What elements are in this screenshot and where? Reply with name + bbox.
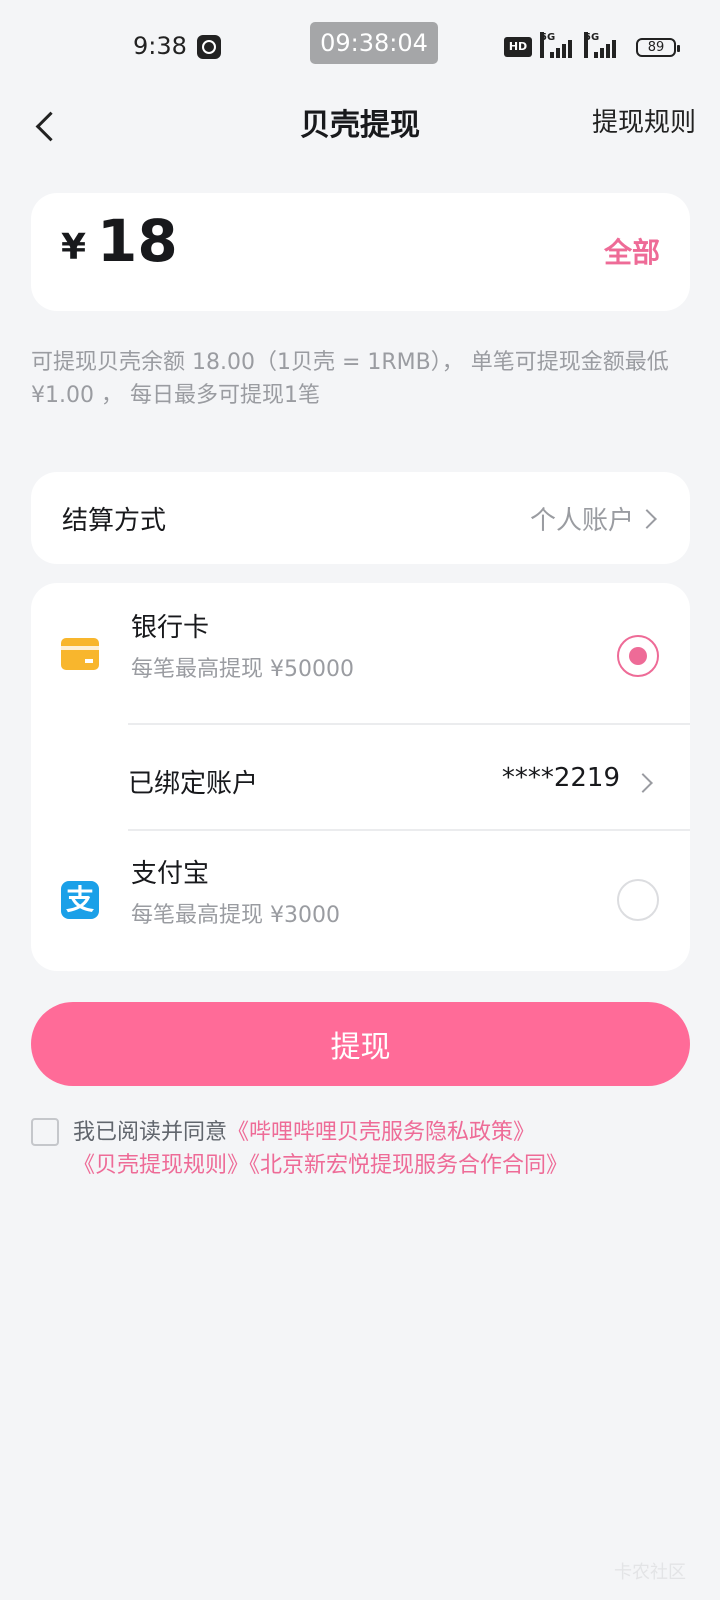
chevron-right-icon	[633, 773, 653, 793]
agreement-checkbox[interactable]	[31, 1118, 59, 1146]
battery-icon: 89	[636, 38, 680, 57]
divider	[128, 829, 690, 831]
currency-symbol: ¥	[61, 227, 87, 268]
balance-hint: 可提现贝壳余额 18.00（1贝壳 = 1RMB）， 单笔可提现金额最低 ¥1.…	[31, 346, 691, 412]
amount-input[interactable]: 18	[97, 207, 178, 275]
method-title: 银行卡	[131, 613, 210, 643]
amount-card: ¥ 18 全部	[31, 193, 690, 311]
service-contract-link[interactable]: 《北京新宏悦提现服务合作合同》	[249, 1153, 568, 1178]
bound-account-label: 已绑定账户	[128, 769, 259, 799]
clock-icon	[197, 35, 221, 59]
withdraw-rules-doc-link[interactable]: 《贝壳提现规则》	[73, 1153, 249, 1178]
watermark: 卡农社区	[614, 1562, 686, 1583]
privacy-policy-link[interactable]: 《哔哩哔哩贝壳服务隐私政策》	[227, 1120, 535, 1145]
method-title: 支付宝	[131, 859, 210, 889]
withdraw-rules-link[interactable]: 提现规则	[592, 102, 696, 139]
hint-line: 可提现贝壳余额 18.00（1贝壳 = 1RMB）， 单笔可提现金额最低	[31, 350, 669, 375]
agreement-prefix: 我已阅读并同意	[73, 1120, 228, 1145]
settlement-value: 个人账户	[529, 506, 634, 536]
signal-icon: 5G	[540, 32, 580, 58]
withdraw-all-button[interactable]: 全部	[604, 231, 660, 271]
signal-icon: 5G	[584, 32, 624, 58]
overlay-clock: 09:38:04	[310, 22, 438, 64]
method-limit: 每笔最高提现 ¥3000	[131, 903, 340, 928]
payout-methods-card: 银行卡 每笔最高提现 ¥50000 已绑定账户 ****2219 支 支付宝 每…	[31, 583, 690, 971]
chevron-right-icon	[637, 509, 657, 529]
settlement-label: 结算方式	[62, 506, 167, 536]
method-limit: 每笔最高提现 ¥50000	[131, 657, 354, 682]
hd-icon: HD	[504, 37, 532, 57]
hint-line: ¥1.00 ， 每日最多可提现1笔	[31, 383, 320, 408]
settlement-row[interactable]: 结算方式 个人账户	[31, 472, 690, 564]
bound-account-number: ****2219	[501, 763, 620, 793]
agreement-text: 我已阅读并同意《哔哩哔哩贝壳服务隐私政策》《贝壳提现规则》《北京新宏悦提现服务合…	[73, 1116, 693, 1182]
bank-card-radio[interactable]	[617, 635, 659, 677]
alipay-radio[interactable]	[617, 879, 659, 921]
divider	[128, 723, 690, 725]
alipay-icon: 支	[61, 881, 99, 919]
withdraw-button[interactable]: 提现	[31, 1002, 690, 1086]
status-bar: 9:38 09:38:04 HD 5G 5G 89	[0, 0, 720, 92]
status-time: 9:38	[133, 32, 187, 60]
nav-bar: 贝壳提现 提现规则	[0, 92, 720, 164]
bank-card-icon	[61, 638, 99, 670]
